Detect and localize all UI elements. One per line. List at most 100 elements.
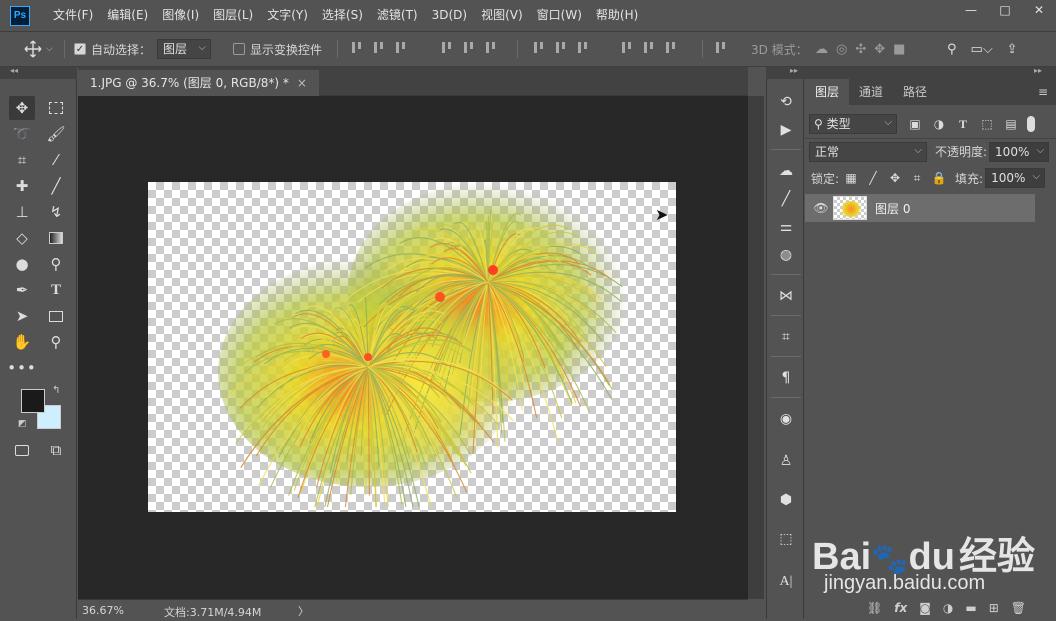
history-brush-tool-icon[interactable]: ↯ <box>43 200 69 224</box>
lock-artboard-icon[interactable]: ⌗ <box>909 170 925 186</box>
distribute-top-icon[interactable] <box>532 40 546 56</box>
3d-roll-icon[interactable]: ◎ <box>836 42 847 57</box>
pen-tool-icon[interactable]: ✒ <box>9 278 35 302</box>
menu-edit[interactable]: 编辑(E) <box>100 0 155 31</box>
3d-pan-icon[interactable]: ✣ <box>855 42 866 57</box>
close-document-icon[interactable]: × <box>297 76 307 90</box>
path-select-tool-icon[interactable]: ➤ <box>9 304 35 328</box>
quick-mask-icon[interactable] <box>9 438 35 462</box>
share-icon[interactable]: ⇪ <box>1007 42 1018 57</box>
distribute-hcenter-icon[interactable] <box>642 40 656 56</box>
3d-panel-icon[interactable]: ⬚ <box>776 529 796 549</box>
trash-icon[interactable]: 🗑 <box>1011 601 1026 615</box>
menu-type[interactable]: 文字(Y) <box>260 0 315 31</box>
swatches-panel-icon[interactable]: ⬢ <box>776 490 796 510</box>
layer-row[interactable]: 👁 图层 0 <box>805 194 1035 222</box>
paragraph-panel-icon[interactable]: ¶ <box>776 368 796 388</box>
filter-pixel-icon[interactable]: ▣ <box>907 116 923 132</box>
align-left-icon[interactable] <box>440 40 454 56</box>
crop-panel-icon[interactable]: ⌗ <box>776 327 796 347</box>
restore-button[interactable]: □ <box>988 0 1022 20</box>
move-tool-preset-icon[interactable]: ⌵ <box>24 32 53 66</box>
close-button[interactable]: ✕ <box>1022 0 1056 20</box>
properties-panel-icon[interactable]: ⋈ <box>776 286 796 306</box>
lasso-tool-icon[interactable]: ➰ <box>9 122 35 146</box>
lock-transparent-icon[interactable]: ▦ <box>843 170 859 186</box>
styles-panel-icon[interactable]: ◍ <box>776 245 796 265</box>
character-panel-icon[interactable]: A| <box>776 572 796 592</box>
lock-position-icon[interactable]: ✥ <box>887 170 903 186</box>
actions-panel-icon[interactable]: ▶ <box>776 120 796 140</box>
navigator-panel-icon[interactable]: ◉ <box>776 409 796 429</box>
vertical-scrollbar[interactable] <box>748 96 764 599</box>
libraries-panel-icon[interactable]: ☁ <box>776 161 796 181</box>
screen-mode-icon[interactable]: ⧉ <box>43 438 69 462</box>
menu-file[interactable]: 文件(F) <box>46 0 100 31</box>
folder-icon[interactable]: ▬ <box>965 601 976 615</box>
layer-filter-dropdown[interactable]: ⚲ 类型 <box>809 114 897 134</box>
filter-toggle[interactable] <box>1027 116 1035 132</box>
menu-image[interactable]: 图像(I) <box>155 0 206 31</box>
eyedropper-tool-icon[interactable]: ⁄ <box>43 148 69 172</box>
more-tools-icon[interactable]: ••• <box>7 356 36 380</box>
zoom-tool-icon[interactable]: ⚲ <box>43 330 69 354</box>
type-tool-icon[interactable]: T <box>43 278 69 302</box>
layer-name[interactable]: 图层 0 <box>875 200 910 217</box>
distribute-vcenter-icon[interactable] <box>554 40 568 56</box>
distribute-bottom-icon[interactable] <box>576 40 590 56</box>
align-bottom-icon[interactable] <box>394 40 408 56</box>
visibility-eye-icon[interactable]: 👁 <box>813 200 829 216</box>
blend-mode-dropdown[interactable]: 正常 <box>809 141 927 162</box>
workspace-icon[interactable]: ▭⌵ <box>971 42 993 57</box>
align-right-icon[interactable] <box>484 40 498 56</box>
crop-tool-icon[interactable]: ⌗ <box>9 148 35 172</box>
distribute-right-icon[interactable] <box>664 40 678 56</box>
fx-icon[interactable]: fx <box>894 601 907 615</box>
move-tool-icon[interactable]: ✥ <box>9 96 35 120</box>
tab-channels[interactable]: 通道 <box>849 79 893 105</box>
brush-tool-icon[interactable]: ╱ <box>43 174 69 198</box>
align-vcenter-icon[interactable] <box>372 40 386 56</box>
gradient-tool-icon[interactable] <box>43 226 69 250</box>
search-icon[interactable]: ⚲ <box>947 42 957 57</box>
align-hcenter-icon[interactable] <box>462 40 476 56</box>
align-top-icon[interactable] <box>350 40 364 56</box>
brush-panel-icon[interactable]: ╱ <box>776 189 796 209</box>
distribute-left-icon[interactable] <box>620 40 634 56</box>
auto-select-checkbox[interactable]: ✓ <box>74 43 86 55</box>
3d-orbit-icon[interactable]: ☁ <box>815 42 828 57</box>
menu-select[interactable]: 选择(S) <box>315 0 370 31</box>
default-colors-icon[interactable]: ◩ <box>18 419 27 429</box>
show-transform-checkbox[interactable] <box>233 43 245 55</box>
healing-tool-icon[interactable]: ✚ <box>9 174 35 198</box>
tab-layers[interactable]: 图层 <box>805 79 850 105</box>
filter-adjustment-icon[interactable]: ◑ <box>931 116 947 132</box>
auto-select-dropdown[interactable]: 图层 <box>157 39 212 59</box>
status-menu-arrow[interactable]: 〉 <box>298 603 309 619</box>
hand-tool-icon[interactable]: ✋ <box>9 330 35 354</box>
filter-smart-icon[interactable]: ▤ <box>1003 116 1019 132</box>
document-image[interactable] <box>148 182 676 512</box>
tab-paths[interactable]: 路径 <box>893 79 937 105</box>
3d-camera-icon[interactable]: ■ <box>893 42 905 57</box>
rectangle-tool-icon[interactable] <box>43 304 69 328</box>
auto-align-icon[interactable] <box>714 40 728 56</box>
menu-layer[interactable]: 图层(L) <box>206 0 260 31</box>
filter-type-icon[interactable]: T <box>955 116 971 132</box>
menu-help[interactable]: 帮助(H) <box>589 0 645 31</box>
new-layer-icon[interactable]: ⊞ <box>989 601 999 615</box>
foreground-color-swatch[interactable] <box>21 389 45 413</box>
document-tab[interactable]: 1.JPG @ 36.7% (图层 0, RGB/8*) * × <box>78 70 319 96</box>
panels-header[interactable]: ▸▸ ▸▸ <box>766 66 1056 79</box>
menu-filter[interactable]: 滤镜(T) <box>370 0 425 31</box>
history-panel-icon[interactable]: ⟲ <box>776 92 796 112</box>
panel-menu-icon[interactable]: ≡ <box>1038 79 1048 105</box>
eraser-tool-icon[interactable]: ◇ <box>9 226 35 250</box>
info-panel-icon[interactable]: ♙ <box>776 451 796 471</box>
marquee-tool-icon[interactable] <box>43 96 69 120</box>
zoom-level[interactable]: 36.67% <box>82 604 124 617</box>
adjustment-icon[interactable]: ◑ <box>943 601 953 615</box>
lock-all-icon[interactable]: 🔒 <box>931 170 947 186</box>
swap-colors-icon[interactable]: ↰ <box>52 385 60 396</box>
toolbar-header[interactable]: ◂◂ <box>0 66 77 79</box>
